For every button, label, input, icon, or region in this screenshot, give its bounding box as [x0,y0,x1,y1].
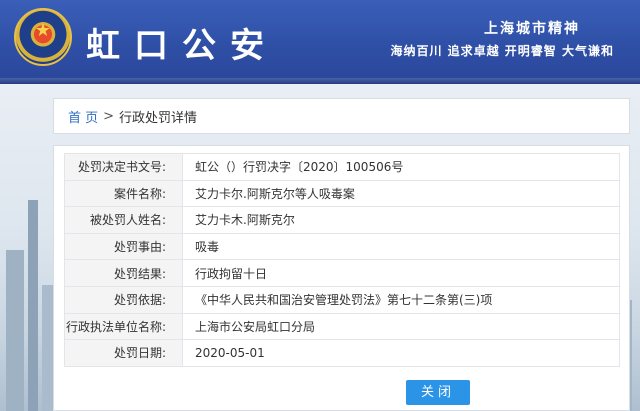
slogan-text: 海纳百川 追求卓越 开明睿智 大气谦和 [390,44,614,58]
field-label: 处罚事由: [64,232,183,261]
table-row: 处罚事由: 吸毒 [64,232,620,261]
table-row: 行政执法单位名称: 上海市公安局虹口分局 [64,312,620,341]
field-value: 艾力卡尔.阿斯克尔等人吸毒案 [182,179,620,208]
building-decoration [6,250,24,411]
field-label: 行政执法单位名称: [64,312,183,341]
field-label: 处罚日期: [64,339,183,367]
field-label: 被处罚人姓名: [64,206,183,234]
site-title: 虹口公安 [86,26,278,66]
table-row: 处罚依据: 《中华人民共和国治安管理处罚法》第七十二条第(三)项 [64,285,620,314]
slogan-title: 上海城市精神 [484,21,580,37]
field-value: 2020-05-01 [182,339,620,367]
field-value: 艾力卡木.阿斯克尔 [182,206,620,234]
field-value: 行政拘留十日 [182,259,620,287]
building-decoration [28,200,38,411]
field-label: 处罚结果: [64,259,183,287]
field-label: 处罚决定书文号: [64,153,183,181]
field-value: 《中华人民共和国治安管理处罚法》第七十二条第(三)项 [182,285,620,314]
penalty-detail-panel: 处罚决定书文号: 虹公（）行罚决字〔2020〕100506号 案件名称: 艾力卡… [53,145,630,411]
star-icon: ★ [34,20,52,41]
table-row: 被处罚人姓名: 艾力卡木.阿斯克尔 [64,206,620,234]
breadcrumb-separator: > [103,108,115,124]
table-row: 处罚日期: 2020-05-01 [64,339,620,367]
field-label: 处罚依据: [64,285,183,314]
field-label: 案件名称: [64,179,183,208]
table-row: 案件名称: 艾力卡尔.阿斯克尔等人吸毒案 [64,179,620,208]
field-value: 上海市公安局虹口分局 [182,312,620,341]
field-value: 吸毒 [182,232,620,261]
penalty-detail-table: 处罚决定书文号: 虹公（）行罚决字〔2020〕100506号 案件名称: 艾力卡… [64,153,620,367]
police-emblem-icon: ★ [14,8,72,66]
close-button[interactable]: 关闭 [406,380,470,405]
breadcrumb-home-link[interactable]: 首 页 [68,107,98,126]
table-row: 处罚决定书文号: 虹公（）行罚决字〔2020〕100506号 [64,153,620,181]
breadcrumb-current: 行政处罚详情 [119,110,198,126]
breadcrumb: 首 页 > 行政处罚详情 [53,98,630,134]
site-header: ★ 虹口公安 上海城市精神 海纳百川 追求卓越 开明睿智 大气谦和 [0,0,640,84]
field-value: 虹公（）行罚决字〔2020〕100506号 [182,153,620,181]
table-row: 处罚结果: 行政拘留十日 [64,259,620,287]
